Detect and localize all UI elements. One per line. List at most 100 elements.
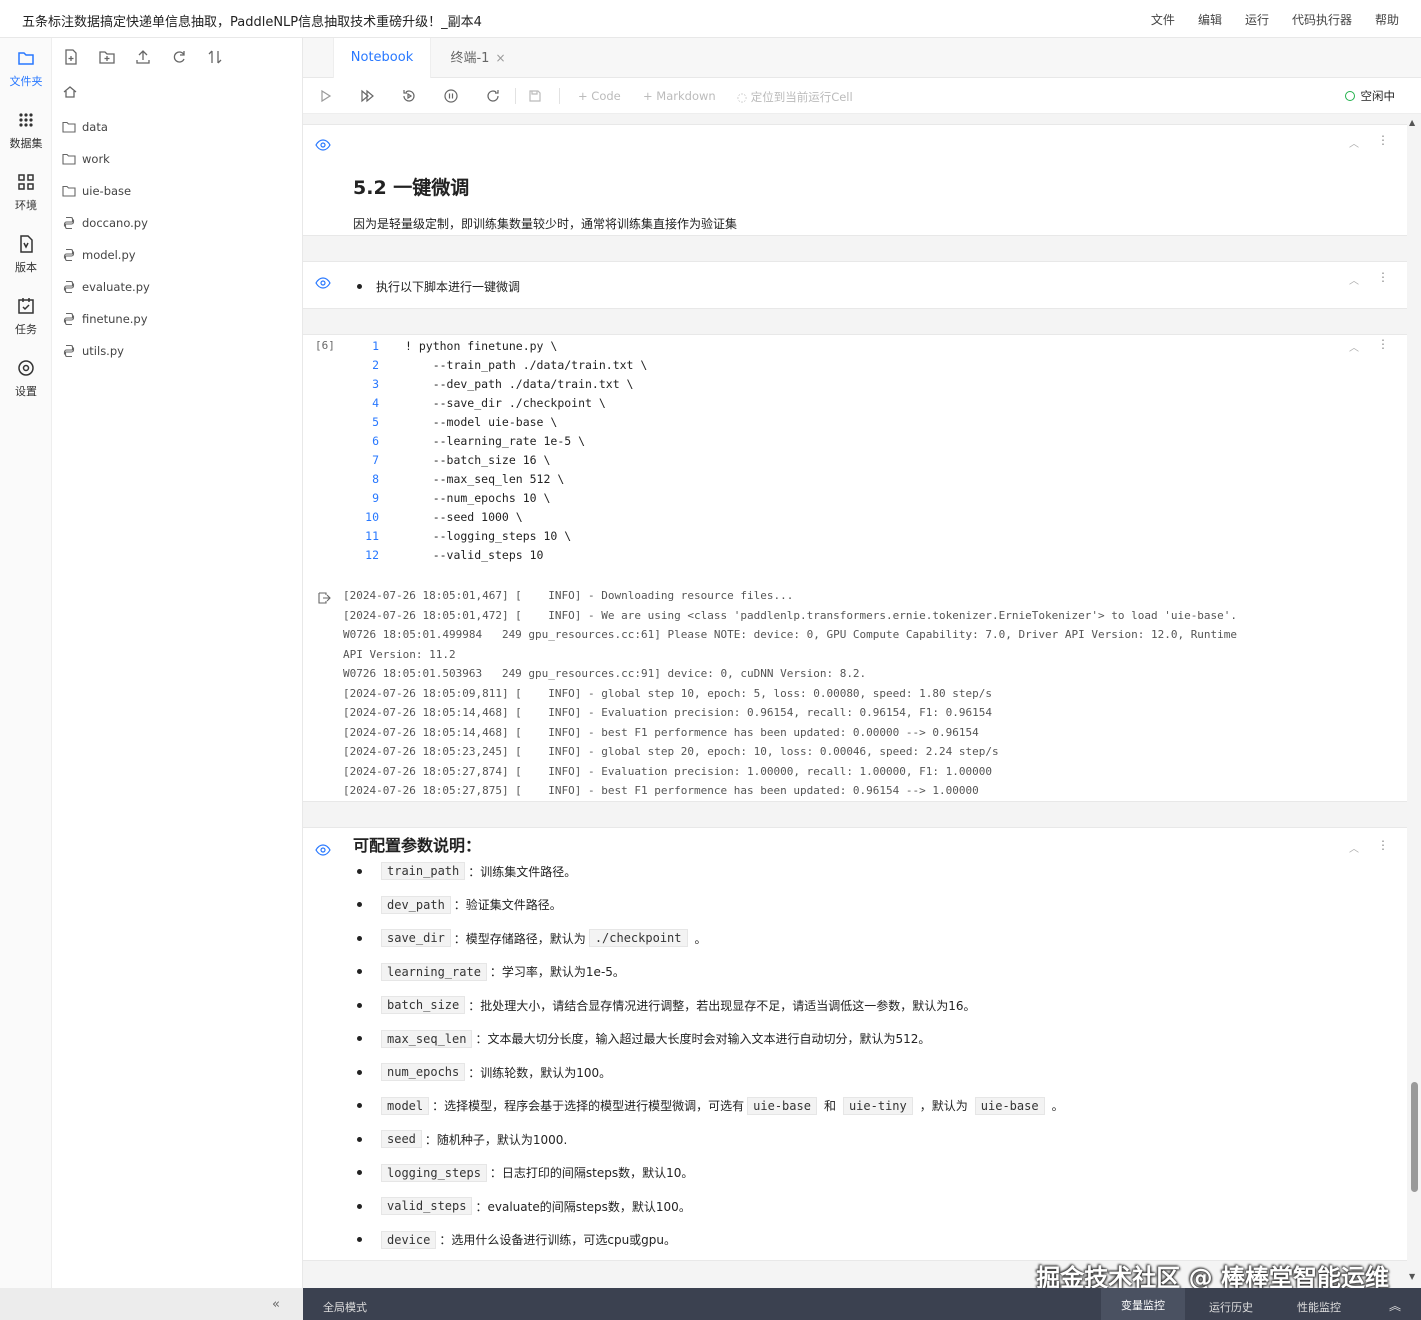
collapse-cell-icon[interactable]: ︿ [1349, 135, 1359, 150]
eye-icon[interactable] [315, 844, 331, 856]
param-key: valid_steps [381, 1197, 473, 1215]
param-key: save_dir [381, 929, 451, 947]
run-cell-icon[interactable] [317, 88, 333, 104]
code-line: --batch_size 16 \ [405, 453, 551, 467]
tab-variable-monitor[interactable]: 变量监控 [1101, 1288, 1185, 1320]
cell-text: 因为是轻量级定制，即训练集数量较少时，通常将训练集直接作为验证集 [353, 217, 738, 231]
file-item-utils[interactable]: utils.py [62, 341, 124, 361]
tab-notebook[interactable]: Notebook [333, 38, 431, 78]
output-icon[interactable] [317, 591, 331, 605]
tab-terminal[interactable]: 终端-1 × [433, 38, 523, 78]
locate-running-cell-button[interactable]: ◌ 定位到当前运行Cell [737, 89, 853, 105]
collapse-panel-icon[interactable]: « [272, 1297, 280, 1312]
interrupt-icon[interactable] [443, 88, 459, 104]
bullet-dot [357, 868, 362, 874]
file-item-work[interactable]: work [62, 149, 110, 169]
more-options-icon[interactable]: ⋮ [1377, 838, 1389, 852]
bullet-dot [357, 969, 362, 974]
markdown-cell[interactable]: ︿ ⋮ 可配置参数说明： train_path ：训练集文件路径。 dev_path… [303, 827, 1407, 1261]
new-folder-icon[interactable] [98, 48, 116, 66]
environment-icon [18, 174, 34, 190]
rail-item-folder[interactable]: 文件夹 [0, 48, 52, 106]
line-number: 3 [372, 377, 379, 391]
markdown-cell[interactable]: ︿ ⋮ 5.2 一键微调 因为是轻量级定制，即训练集数量较少时，通常将训练集直接… [303, 124, 1407, 236]
add-code-button[interactable]: + Code [578, 89, 621, 103]
line-number: 11 [365, 529, 379, 543]
param-text: ，默认为 [919, 1099, 968, 1113]
bullet-dot [357, 284, 362, 289]
eye-icon[interactable] [315, 277, 331, 289]
param-item: max_seq_len ：文本最大切分长度，输入超过最大长度时会对输入文本进行自动… [357, 1029, 931, 1048]
scrollbar-thumb[interactable] [1411, 1082, 1418, 1192]
rail-item-settings[interactable]: 设置 [0, 358, 52, 416]
bullet-dot [357, 902, 362, 907]
toolbar-divider [559, 88, 560, 104]
menu-help[interactable]: 帮助 [1375, 11, 1399, 28]
close-icon[interactable]: × [495, 51, 505, 65]
markdown-cell[interactable]: ︿ ⋮ 执行以下脚本进行一键微调 [303, 261, 1407, 309]
scroll-down-icon[interactable]: ▼ [1409, 1272, 1415, 1281]
code-line: ! python finetune.py \ [405, 339, 558, 353]
rail-item-dataset[interactable]: 数据集 [0, 110, 52, 168]
scroll-up-icon[interactable]: ▲ [1409, 118, 1415, 127]
rail-item-task[interactable]: 任务 [0, 296, 52, 354]
bullet-dot [357, 1136, 362, 1142]
sort-icon[interactable] [206, 48, 224, 66]
rail-item-version[interactable]: 版本 [0, 234, 52, 292]
collapse-cell-icon[interactable]: ︿ [1349, 339, 1359, 354]
file-item-data[interactable]: data [62, 117, 108, 137]
refresh-icon[interactable] [170, 48, 188, 66]
save-icon[interactable] [527, 88, 543, 104]
menu-kernel[interactable]: 代码执行器 [1292, 11, 1352, 28]
file-item-finetune[interactable]: finetune.py [62, 309, 148, 329]
collapse-cell-icon[interactable]: ︿ [1349, 840, 1359, 855]
settings-icon [18, 360, 34, 376]
restart-kernel-icon[interactable] [485, 88, 501, 104]
line-number: 2 [372, 358, 379, 372]
collapse-cell-icon[interactable]: ︿ [1349, 272, 1359, 287]
line-number: 9 [372, 491, 379, 505]
line-number: 1 [372, 339, 379, 353]
home-icon[interactable] [62, 84, 78, 100]
more-options-icon[interactable]: ⋮ [1377, 133, 1389, 147]
file-item-evaluate[interactable]: evaluate.py [62, 277, 150, 297]
folder-icon [62, 121, 76, 133]
vertical-scrollbar[interactable]: ▲ ▼ [1409, 118, 1419, 1281]
file-item-uie-base[interactable]: uie-base [62, 181, 131, 201]
code-line: --seed 1000 \ [405, 510, 523, 524]
rail-item-environment[interactable]: 环境 [0, 172, 52, 230]
new-file-icon[interactable] [62, 48, 80, 66]
expand-panel-icon[interactable]: ︽ [1389, 1297, 1401, 1314]
param-key: seed [381, 1130, 422, 1148]
code-line: --model uie-base \ [405, 415, 558, 429]
run-all-icon[interactable] [359, 88, 375, 104]
param-desc: ：验证集文件路径。 [453, 898, 562, 912]
param-key: max_seq_len [381, 1029, 473, 1048]
global-mode-label[interactable]: 全局模式 [323, 1299, 367, 1315]
menu-file[interactable]: 文件 [1151, 11, 1175, 28]
more-options-icon[interactable]: ⋮ [1377, 337, 1389, 351]
param-item: num_epochs ：训练轮数，默认为100。 [357, 1063, 611, 1081]
notebook-scroll-area[interactable]: ︿ ⋮ 5.2 一键微调 因为是轻量级定制，即训练集数量较少时，通常将训练集直接… [303, 114, 1421, 1288]
add-markdown-button[interactable]: + Markdown [643, 89, 716, 103]
dataset-icon [19, 113, 33, 127]
param-item: train_path ：训练集文件路径。 [357, 862, 576, 880]
file-item-doccano[interactable]: doccano.py [62, 213, 148, 233]
code-cell[interactable]: [6] ︿ ⋮ 1 ! python finetune.py \ 2 --train… [303, 334, 1407, 802]
restart-run-icon[interactable] [401, 88, 417, 104]
menu-edit[interactable]: 编辑 [1198, 11, 1222, 28]
menu-run[interactable]: 运行 [1245, 11, 1269, 28]
tab-run-history[interactable]: 运行历史 [1209, 1299, 1253, 1315]
folder-icon [62, 153, 76, 165]
more-options-icon[interactable]: ⋮ [1377, 270, 1389, 284]
eye-icon[interactable] [315, 139, 331, 151]
param-desc: ：evaluate的间隔steps数，默认100。 [475, 1199, 691, 1214]
output-line: [2024-07-26 18:05:14,468] [ INFO] - best… [343, 725, 979, 739]
upload-icon[interactable] [134, 48, 152, 66]
file-item-model[interactable]: model.py [62, 245, 136, 265]
param-desc: ：文本最大切分长度，输入超过最大长度时会对输入文本进行自动切分，默认为512。 [475, 1032, 931, 1046]
tab-performance-monitor[interactable]: 性能监控 [1297, 1299, 1341, 1315]
cell-heading: 5.2 一键微调 [353, 177, 470, 199]
output-line: [2024-07-26 18:05:23,245] [ INFO] - glob… [343, 745, 999, 758]
param-value-code: uie-base [974, 1096, 1045, 1115]
